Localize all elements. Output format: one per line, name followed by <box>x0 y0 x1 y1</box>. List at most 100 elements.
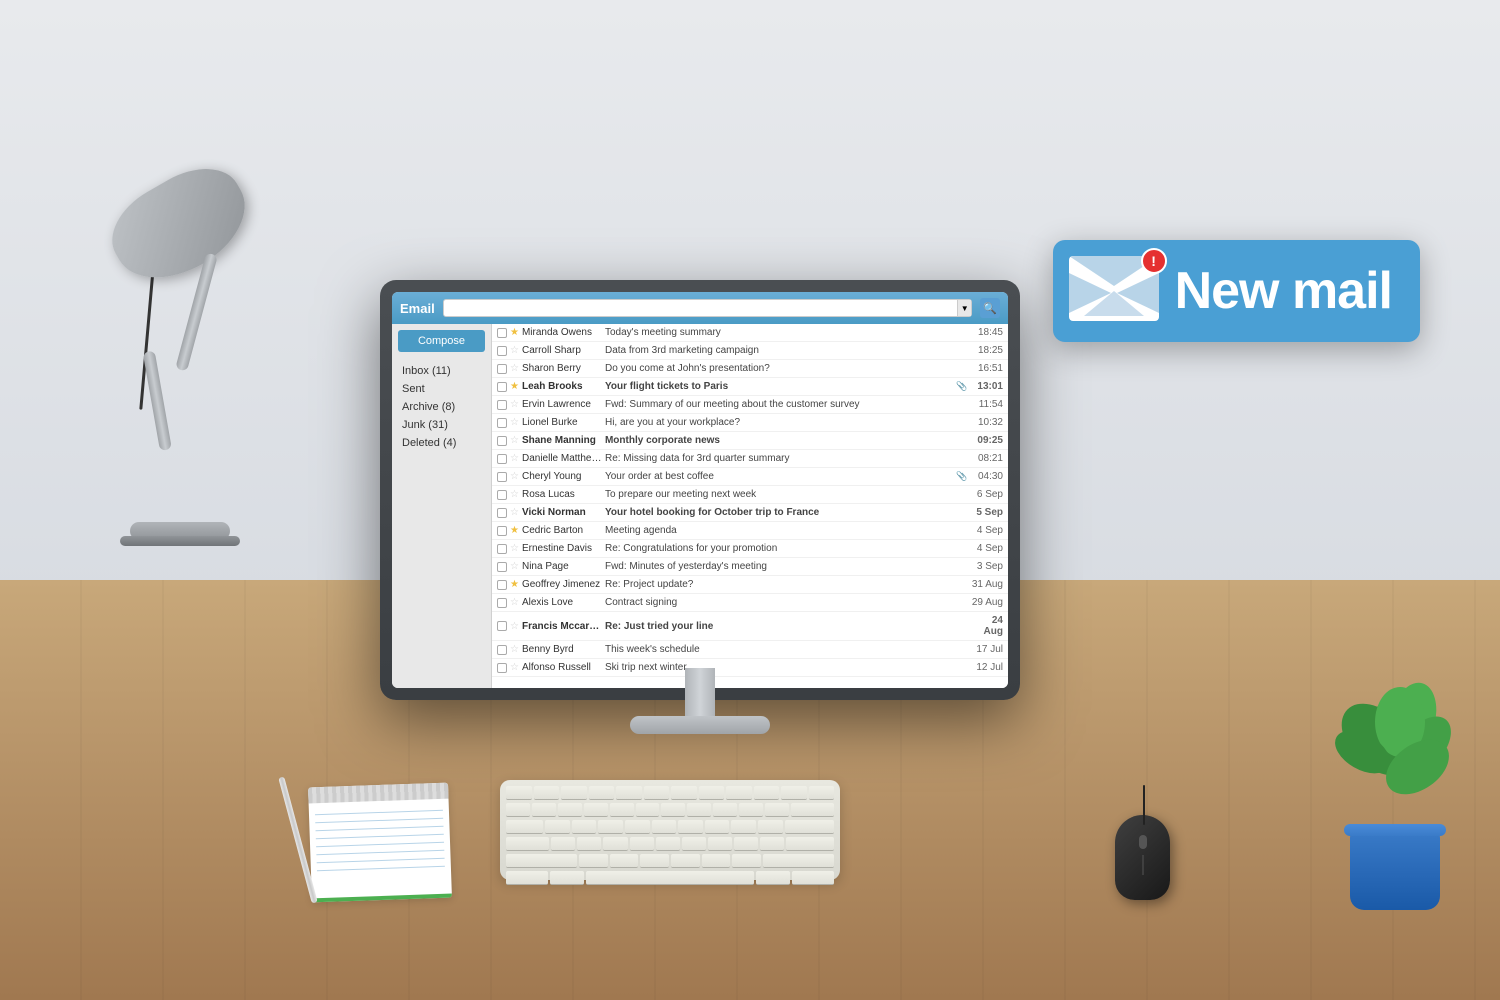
key[interactable] <box>726 786 752 800</box>
email-checkbox[interactable] <box>497 544 507 554</box>
key[interactable] <box>687 803 711 817</box>
key[interactable] <box>561 786 587 800</box>
key[interactable] <box>603 837 627 851</box>
key[interactable] <box>699 786 725 800</box>
email-row[interactable]: ☆ Ervin Lawrence Fwd: Summary of our mee… <box>492 396 1008 414</box>
key[interactable] <box>732 854 761 868</box>
key-backspace[interactable] <box>791 803 834 817</box>
key[interactable] <box>682 837 706 851</box>
email-checkbox[interactable] <box>497 508 507 518</box>
new-mail-notification[interactable]: ! New mail <box>1053 240 1420 342</box>
key[interactable] <box>506 786 532 800</box>
email-star[interactable]: ☆ <box>510 507 519 518</box>
email-checkbox[interactable] <box>497 382 507 392</box>
key[interactable] <box>644 786 670 800</box>
key-tab[interactable] <box>506 820 543 834</box>
key[interactable] <box>610 854 639 868</box>
key[interactable] <box>610 803 634 817</box>
key[interactable] <box>739 803 763 817</box>
email-star[interactable]: ☆ <box>510 597 519 608</box>
email-star[interactable]: ☆ <box>510 417 519 428</box>
key[interactable] <box>506 803 530 817</box>
key[interactable] <box>558 803 582 817</box>
email-star[interactable]: ★ <box>510 327 519 338</box>
sidebar-item-sent[interactable]: Sent <box>398 380 485 398</box>
email-row[interactable]: ☆ Nina Page Fwd: Minutes of yesterday's … <box>492 558 1008 576</box>
email-star[interactable]: ☆ <box>510 662 519 673</box>
search-dropdown-button[interactable]: ▼ <box>957 300 971 316</box>
sidebar-item-junk[interactable]: Junk (31) <box>398 416 485 434</box>
key-caps[interactable] <box>506 837 549 851</box>
email-star[interactable]: ★ <box>510 579 519 590</box>
key[interactable] <box>731 820 756 834</box>
key[interactable] <box>598 820 623 834</box>
key[interactable] <box>758 820 783 834</box>
key[interactable] <box>572 820 597 834</box>
email-star[interactable]: ☆ <box>510 489 519 500</box>
email-row[interactable]: ★ Leah Brooks Your flight tickets to Par… <box>492 378 1008 396</box>
key-alt-right[interactable] <box>756 871 790 885</box>
email-checkbox[interactable] <box>497 526 507 536</box>
key[interactable] <box>781 786 807 800</box>
key-ctrl[interactable] <box>506 871 548 885</box>
email-row[interactable]: ★ Miranda Owens Today's meeting summary … <box>492 324 1008 342</box>
key[interactable] <box>765 803 789 817</box>
email-row[interactable]: ☆ Lionel Burke Hi, are you at your workp… <box>492 414 1008 432</box>
key[interactable] <box>754 786 780 800</box>
email-checkbox[interactable] <box>497 454 507 464</box>
email-row[interactable]: ★ Cedric Barton Meeting agenda 4 Sep <box>492 522 1008 540</box>
email-checkbox[interactable] <box>497 621 507 631</box>
email-checkbox[interactable] <box>497 436 507 446</box>
sidebar-item-inbox[interactable]: Inbox (11) <box>398 362 485 380</box>
email-star[interactable]: ☆ <box>510 621 519 632</box>
email-star[interactable]: ☆ <box>510 363 519 374</box>
email-checkbox[interactable] <box>497 346 507 356</box>
email-checkbox[interactable] <box>497 490 507 500</box>
key-enter-bottom[interactable] <box>786 837 834 851</box>
sidebar-item-deleted[interactable]: Deleted (4) <box>398 434 485 452</box>
key[interactable] <box>734 837 758 851</box>
sidebar-item-archive[interactable]: Archive (8) <box>398 398 485 416</box>
email-row[interactable]: ☆ Danielle Matthews Re: Missing data for… <box>492 450 1008 468</box>
key[interactable] <box>579 854 608 868</box>
email-row[interactable]: ☆ Shane Manning Monthly corporate news 0… <box>492 432 1008 450</box>
key-spacebar[interactable] <box>586 871 754 885</box>
key[interactable] <box>640 854 669 868</box>
key[interactable] <box>671 854 700 868</box>
key[interactable] <box>584 803 608 817</box>
key[interactable] <box>661 803 685 817</box>
email-star[interactable]: ☆ <box>510 453 519 464</box>
key[interactable] <box>630 837 654 851</box>
email-star[interactable]: ☆ <box>510 399 519 410</box>
key-enter-top[interactable] <box>785 820 834 834</box>
email-checkbox[interactable] <box>497 663 507 673</box>
email-star[interactable]: ☆ <box>510 644 519 655</box>
compose-button[interactable]: Compose <box>398 330 485 352</box>
search-input[interactable] <box>444 303 958 314</box>
email-row[interactable]: ☆ Vicki Norman Your hotel booking for Oc… <box>492 504 1008 522</box>
key[interactable] <box>656 837 680 851</box>
email-star[interactable]: ☆ <box>510 345 519 356</box>
email-star[interactable]: ★ <box>510 525 519 536</box>
email-row[interactable]: ☆ Sharon Berry Do you come at John's pre… <box>492 360 1008 378</box>
email-star[interactable]: ☆ <box>510 543 519 554</box>
key[interactable] <box>545 820 570 834</box>
email-checkbox[interactable] <box>497 418 507 428</box>
email-row[interactable]: ☆ Ernestine Davis Re: Congratulations fo… <box>492 540 1008 558</box>
key[interactable] <box>671 786 697 800</box>
email-row[interactable]: ☆ Benny Byrd This week's schedule 17 Jul <box>492 641 1008 659</box>
key-shift-left[interactable] <box>506 854 577 868</box>
email-row[interactable]: ☆ Carroll Sharp Data from 3rd marketing … <box>492 342 1008 360</box>
email-row[interactable]: ☆ Alfonso Russell Ski trip next winter 1… <box>492 659 1008 677</box>
email-star[interactable]: ☆ <box>510 435 519 446</box>
key[interactable] <box>705 820 730 834</box>
search-bar[interactable]: ▼ <box>443 299 972 317</box>
key[interactable] <box>708 837 732 851</box>
email-row[interactable]: ☆ Cheryl Young Your order at best coffee… <box>492 468 1008 486</box>
email-row[interactable]: ☆ Francis Mccarthy Re: Just tried your l… <box>492 612 1008 641</box>
email-checkbox[interactable] <box>497 364 507 374</box>
email-star[interactable]: ☆ <box>510 471 519 482</box>
email-checkbox[interactable] <box>497 400 507 410</box>
key[interactable] <box>760 837 784 851</box>
key[interactable] <box>551 837 575 851</box>
